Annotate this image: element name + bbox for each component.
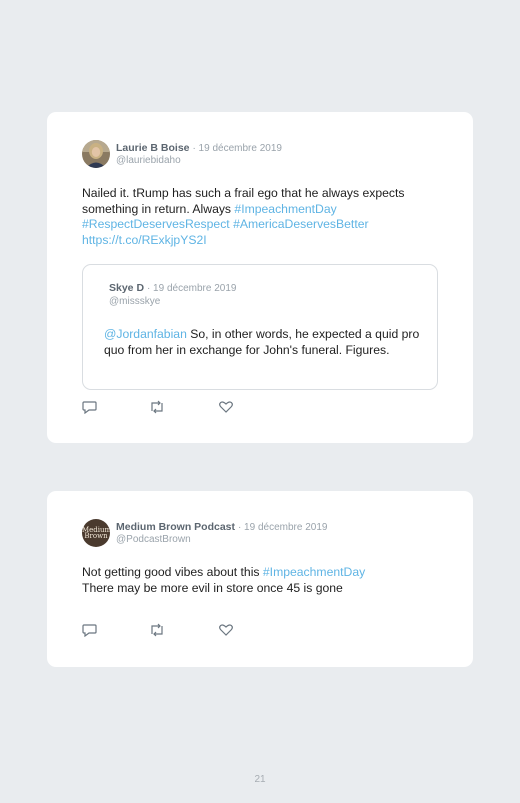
avatar-logo-text: Medium Brown xyxy=(82,526,110,540)
quoted-author-handle[interactable]: @missskye xyxy=(109,296,160,307)
tweet-actions xyxy=(82,623,242,638)
tweet-text: Nailed it. tRump has such a frail ego th… xyxy=(82,186,447,248)
tweet-text-body: Not getting good vibes about this xyxy=(82,565,263,579)
author-line: Laurie B Boise · 19 décembre 2019 xyxy=(116,142,282,154)
retweet-icon[interactable] xyxy=(149,400,165,414)
page-number: 21 xyxy=(254,774,266,785)
quoted-tweet[interactable]: Skye D · 19 décembre 2019 @missskye @Jor… xyxy=(82,264,438,390)
hashtag-link[interactable]: #AmericaDeservesBetter xyxy=(233,217,368,231)
tweet-date[interactable]: · 19 décembre 2019 xyxy=(238,522,328,533)
quoted-tweet-date[interactable]: · 19 décembre 2019 xyxy=(147,283,237,294)
like-icon[interactable] xyxy=(218,400,234,414)
reply-icon[interactable] xyxy=(82,623,98,638)
quoted-tweet-text: @Jordanfabian So, in other words, he exp… xyxy=(104,327,424,358)
tweet-text-line2: There may be more evil in store once 45 … xyxy=(82,580,343,595)
hashtag-link[interactable]: #RespectDeservesRespect xyxy=(82,217,230,231)
like-icon[interactable] xyxy=(218,623,234,637)
tweet-card: Medium Brown Medium Brown Podcast · 19 d… xyxy=(47,491,473,667)
tweet-card: Laurie B Boise · 19 décembre 2019 @lauri… xyxy=(47,112,473,443)
author-name[interactable]: Laurie B Boise xyxy=(116,142,190,154)
retweet-icon[interactable] xyxy=(149,623,165,637)
author-line: Medium Brown Podcast · 19 décembre 2019 xyxy=(116,521,327,533)
tweet-actions xyxy=(82,400,242,415)
hashtag-link[interactable]: #ImpeachmentDay xyxy=(263,565,365,579)
url-link[interactable]: https://t.co/RExkjpYS2I xyxy=(82,233,207,247)
avatar[interactable]: Medium Brown xyxy=(82,519,110,547)
reply-icon[interactable] xyxy=(82,400,98,415)
author-handle[interactable]: @lauriebidaho xyxy=(116,155,181,166)
quoted-author-name[interactable]: Skye D xyxy=(109,282,144,294)
tweet-date[interactable]: · 19 décembre 2019 xyxy=(192,143,282,154)
hashtag-link[interactable]: #ImpeachmentDay xyxy=(234,202,336,216)
tweet-text: Not getting good vibes about this #Impea… xyxy=(82,565,447,596)
quoted-author-line: Skye D · 19 décembre 2019 xyxy=(109,282,236,294)
mention-link[interactable]: @Jordanfabian xyxy=(104,327,187,341)
avatar[interactable] xyxy=(82,140,110,168)
author-name[interactable]: Medium Brown Podcast xyxy=(116,521,235,533)
author-handle[interactable]: @PodcastBrown xyxy=(116,534,191,545)
